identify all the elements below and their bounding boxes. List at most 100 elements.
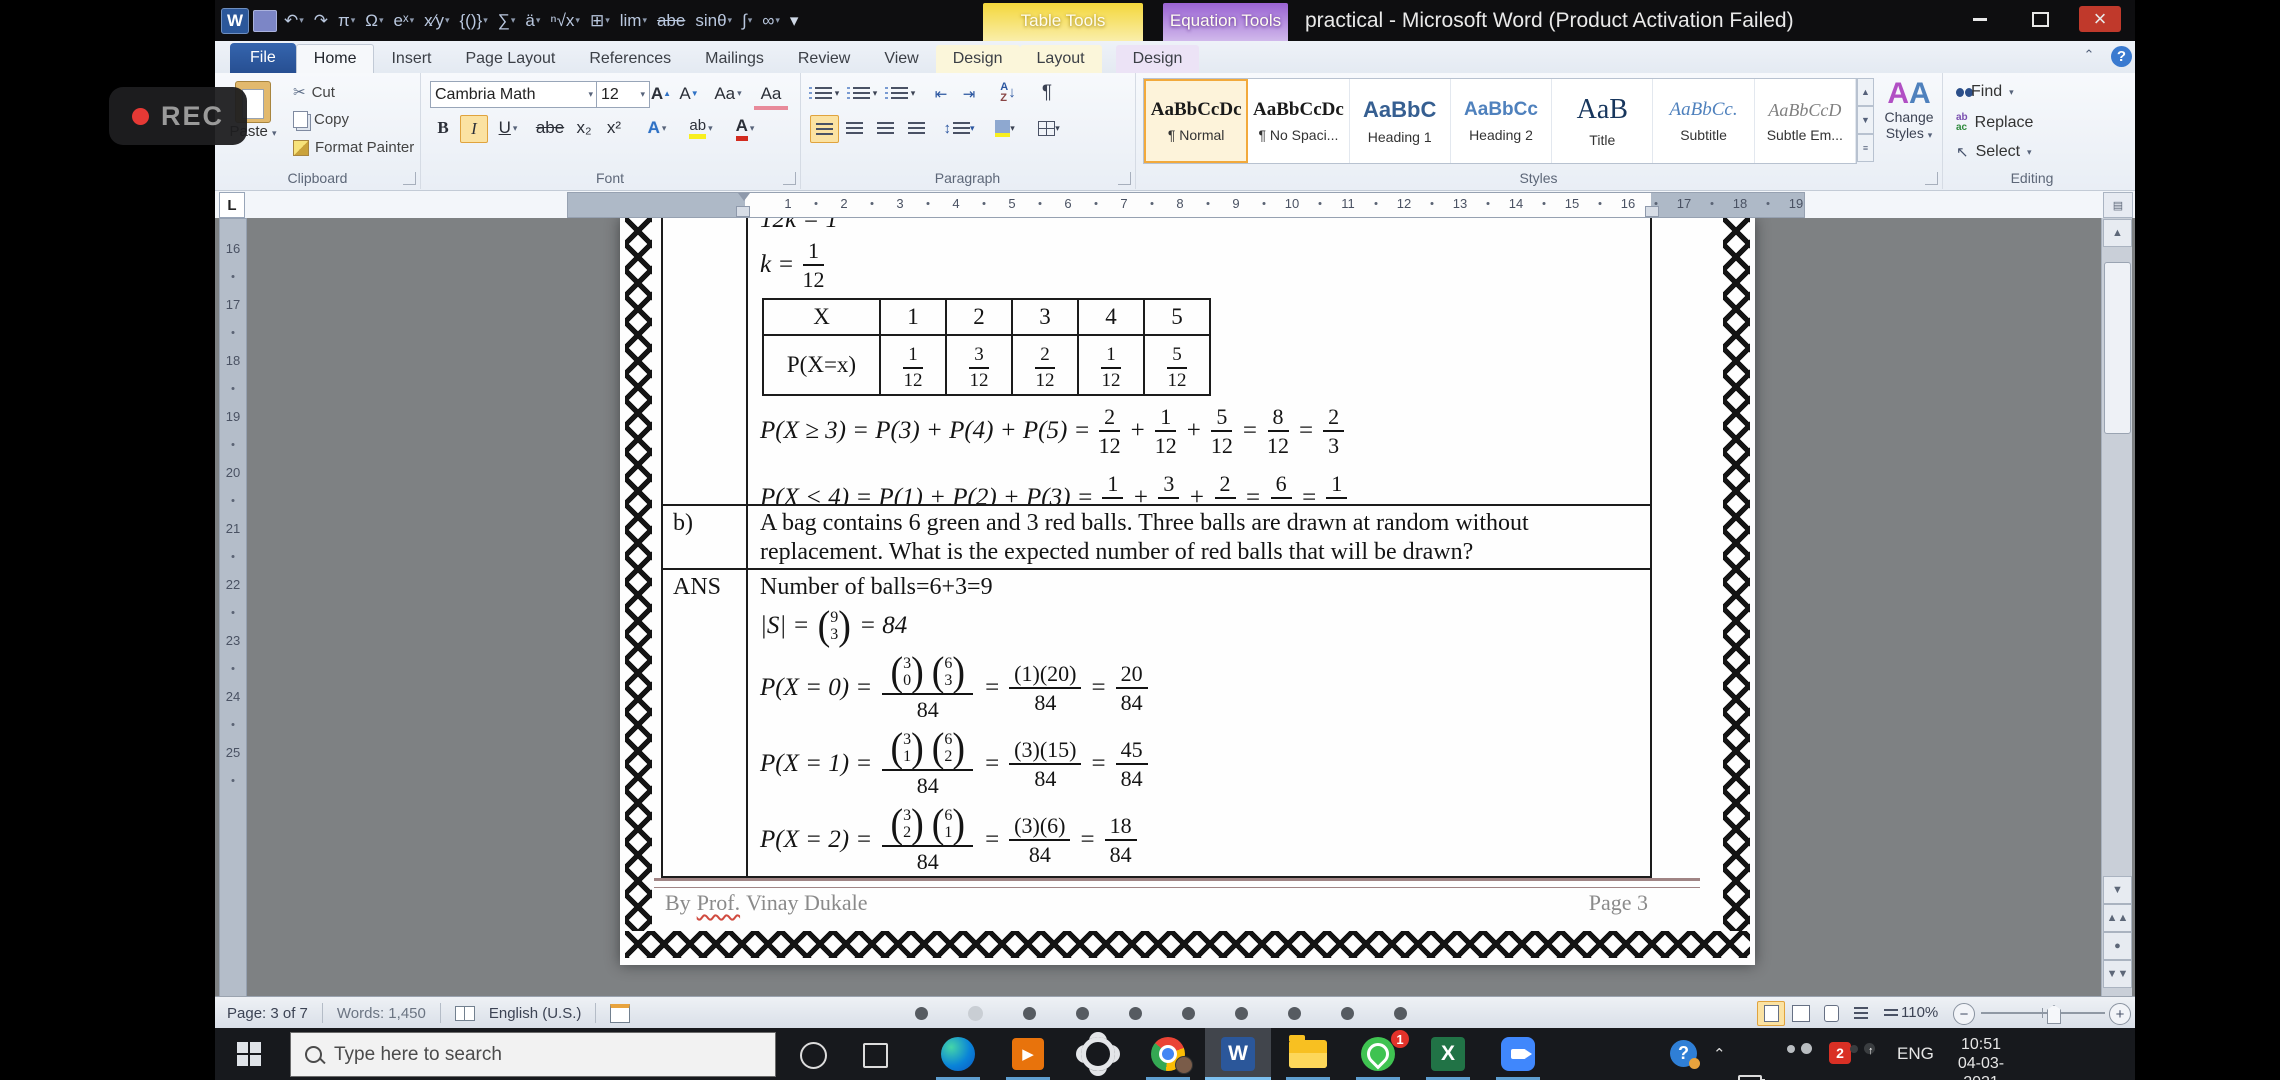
strikethrough-icon[interactable]: abe — [654, 10, 688, 31]
search-input[interactable]: Type here to search — [290, 1032, 776, 1077]
scroll-down-icon[interactable]: ▼ — [2103, 876, 2132, 904]
align-center-button[interactable] — [841, 115, 868, 141]
style-normal[interactable]: AaBbCcDc¶ Normal — [1144, 79, 1248, 163]
grow-font-button[interactable]: A▲ — [648, 81, 674, 106]
highlight-color-button[interactable]: ab▾ — [680, 115, 722, 141]
tab-home[interactable]: Home — [296, 44, 375, 73]
justify-button[interactable] — [903, 115, 930, 141]
increase-indent-button[interactable]: ⇥ — [956, 81, 982, 106]
style-title[interactable]: AaBTitle — [1552, 79, 1653, 163]
language-switcher[interactable]: ENG — [1897, 1044, 1934, 1080]
multilevel-list-button[interactable]: ▾ — [886, 81, 920, 106]
omega-icon[interactable]: Ω▾ — [362, 10, 386, 31]
browse-previous-icon[interactable]: ▲▲ — [2103, 904, 2132, 932]
align-right-button[interactable] — [872, 115, 899, 141]
browse-next-icon[interactable]: ▼▼ — [2103, 960, 2132, 988]
taskbar-item-file-explorer[interactable] — [1275, 1028, 1341, 1080]
superscript-button[interactable]: x² — [600, 115, 628, 141]
first-line-indent-marker[interactable] — [738, 193, 750, 201]
limit-icon[interactable]: lim▾ — [617, 10, 650, 31]
pi-icon[interactable]: π▾ — [335, 10, 358, 31]
word-logo-icon[interactable]: W — [221, 8, 249, 34]
tray-expand-icon[interactable]: ⌃ — [1713, 1045, 1726, 1080]
hanging-indent-marker[interactable] — [736, 206, 750, 217]
print-layout-view-icon[interactable] — [1757, 1001, 1785, 1026]
tab-references[interactable]: References — [572, 45, 688, 73]
align-left-button[interactable] — [810, 115, 839, 143]
proofing-status-icon[interactable] — [455, 1006, 475, 1021]
page-indicator[interactable]: Page: 3 of 7 — [227, 1005, 308, 1022]
show-paragraph-marks-button[interactable]: ¶ — [1034, 79, 1060, 106]
bold-button[interactable]: B — [430, 115, 456, 141]
scroll-up-icon[interactable]: ▲ — [2103, 219, 2132, 247]
zoom-slider-track[interactable] — [1981, 1012, 2105, 1014]
fraction-icon[interactable]: x∕y▾ — [421, 10, 452, 31]
taskbar-item-edge[interactable] — [925, 1028, 991, 1080]
word-count[interactable]: Words: 1,450 — [337, 1005, 426, 1022]
zoom-in-icon[interactable]: + — [2109, 1003, 2131, 1025]
tab-stop-selector[interactable]: L — [219, 192, 245, 218]
outline-view-icon[interactable] — [1847, 1001, 1875, 1026]
copy-button[interactable]: Copy — [293, 111, 349, 128]
tab-design-table[interactable]: Design — [936, 45, 1020, 73]
zoom-out-icon[interactable]: − — [1953, 1003, 1975, 1025]
help-tray-icon[interactable]: ? — [1670, 1040, 1697, 1067]
taskbar-item-zoom[interactable] — [1485, 1028, 1551, 1080]
style-heading-1[interactable]: AaBbCHeading 1 — [1350, 79, 1451, 163]
borders-button[interactable]: ▾ — [1030, 115, 1068, 141]
clear-formatting-button[interactable]: Aa — [754, 81, 788, 110]
shrink-font-button[interactable]: A▼ — [676, 81, 702, 106]
language-indicator[interactable]: English (U.S.) — [489, 1005, 582, 1022]
subscript-button[interactable]: x₂ — [570, 115, 598, 141]
font-size-select[interactable]: 12▾ — [596, 81, 650, 108]
paragraph-dialog-launcher-icon[interactable] — [1118, 172, 1131, 185]
fullscreen-reading-view-icon[interactable] — [1787, 1001, 1815, 1026]
bullets-button[interactable]: ▾ — [810, 81, 844, 106]
taskbar-item-excel[interactable]: X — [1415, 1028, 1481, 1080]
brackets-icon[interactable]: {()}▾ — [457, 10, 491, 31]
strikethrough-button[interactable]: abe — [532, 115, 568, 141]
vertical-scrollbar[interactable]: ▲ ▼ ▲▲ ● ▼▼ — [2101, 218, 2132, 996]
close-button[interactable]: × — [2079, 6, 2121, 32]
right-indent-marker[interactable] — [1645, 206, 1659, 217]
maximize-button[interactable] — [2019, 6, 2061, 32]
style-no-spaci[interactable]: AaBbCcDc¶ No Spaci... — [1248, 79, 1349, 163]
change-case-button[interactable]: Aa▾ — [710, 81, 746, 106]
taskbar-item-word-active[interactable]: W — [1205, 1028, 1271, 1080]
integral-icon[interactable]: ∫▾ — [739, 10, 755, 31]
gallery-scroll-up-icon[interactable]: ▲ — [1857, 78, 1874, 106]
save-icon[interactable] — [253, 10, 277, 32]
tab-review[interactable]: Review — [781, 45, 867, 73]
tab-insert[interactable]: Insert — [374, 45, 448, 73]
clock[interactable]: 10:51 04-03-2021 — [1941, 1035, 2021, 1080]
format-painter-button[interactable]: Format Painter — [293, 139, 414, 156]
tab-view[interactable]: View — [867, 45, 935, 73]
cut-button[interactable]: Cut — [293, 83, 335, 101]
battery-icon[interactable] — [1738, 1075, 1762, 1080]
gallery-scroll-down-icon[interactable]: ▼ — [1857, 106, 1874, 134]
styles-dialog-launcher-icon[interactable] — [1925, 172, 1938, 185]
select-button[interactable]: ↖ Select▾ — [1956, 143, 2032, 161]
taskbar-item-chrome[interactable] — [1135, 1028, 1201, 1080]
insert-mode-icon[interactable] — [610, 1004, 630, 1023]
decrease-indent-button[interactable]: ⇤ — [928, 81, 954, 106]
minimize-button[interactable] — [1959, 6, 2001, 32]
find-button[interactable]: Find▾ — [1956, 83, 2014, 101]
tab-mailings[interactable]: Mailings — [688, 45, 781, 73]
taskbar-item-settings[interactable] — [1065, 1028, 1131, 1080]
collapse-ribbon-icon[interactable]: ⌃ — [2077, 47, 2101, 67]
web-layout-view-icon[interactable] — [1817, 1001, 1845, 1026]
change-styles-button[interactable]: AA Change Styles ▾ — [1880, 79, 1938, 141]
sine-icon[interactable]: sinθ▾ — [692, 10, 735, 31]
line-spacing-button[interactable]: ↕▾ — [940, 115, 978, 141]
browse-object-icon[interactable]: ● — [2103, 932, 2132, 960]
tab-layout-table[interactable]: Layout — [1020, 45, 1102, 73]
text-effects-button[interactable]: A▾ — [638, 115, 676, 141]
taskbar-item-movies[interactable]: ▶ — [995, 1028, 1061, 1080]
underline-button[interactable]: U▾ — [490, 115, 526, 141]
style-subtle-em[interactable]: AaBbCcDSubtle Em... — [1755, 79, 1856, 163]
tab-design-eq[interactable]: Design — [1116, 45, 1200, 73]
horizontal-ruler[interactable]: 12345678910111213141516171819 — [567, 192, 1805, 218]
zoom-slider-thumb[interactable] — [2047, 1005, 2061, 1024]
style-heading-2[interactable]: AaBbCcHeading 2 — [1451, 79, 1552, 163]
